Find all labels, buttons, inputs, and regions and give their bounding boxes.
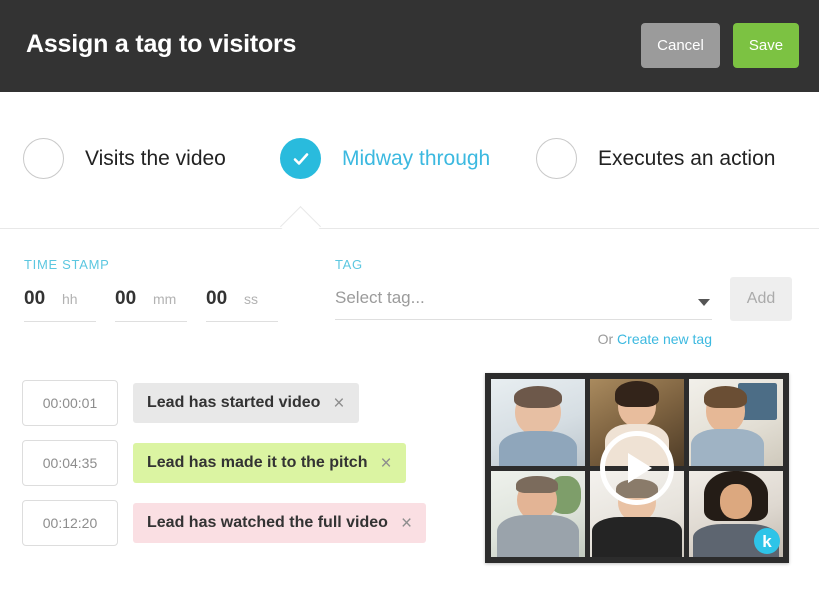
close-icon[interactable]: × xyxy=(401,514,412,533)
step-option-midway-through[interactable]: Midway through xyxy=(280,138,490,179)
step-label: Visits the video xyxy=(85,148,226,169)
seconds-input[interactable] xyxy=(206,288,238,310)
list-item: 00:12:20 Lead has watched the full video… xyxy=(22,500,426,546)
timestamp-label: TIME STAMP xyxy=(24,257,278,272)
video-preview[interactable]: k xyxy=(485,373,789,563)
header-actions: Cancel Save xyxy=(641,23,799,68)
create-new-tag-link[interactable]: Create new tag xyxy=(617,331,712,347)
video-participant-4 xyxy=(491,471,585,558)
video-participant-3 xyxy=(689,379,783,466)
list-item: 00:00:01 Lead has started video × xyxy=(22,380,426,426)
seconds-suffix: ss xyxy=(244,291,258,307)
add-tag-button[interactable]: Add xyxy=(730,277,792,321)
video-participant-1 xyxy=(491,379,585,466)
tag-select-row: Select tag... Add xyxy=(335,288,795,321)
tag-pill-label: Lead has started video xyxy=(147,394,320,412)
radio-checked-icon[interactable] xyxy=(280,138,321,179)
minutes-input[interactable] xyxy=(115,288,147,310)
tag-pill-label: Lead has watched the full video xyxy=(147,514,388,532)
step-label: Executes an action xyxy=(598,148,775,169)
seconds-field[interactable]: ss xyxy=(206,288,278,322)
chevron-down-icon[interactable] xyxy=(698,299,710,306)
tag-pill[interactable]: Lead has made it to the pitch × xyxy=(133,443,406,483)
active-step-pointer xyxy=(279,206,322,229)
play-icon[interactable] xyxy=(600,431,674,505)
brand-watermark-icon: k xyxy=(754,528,780,554)
tag-label: TAG xyxy=(335,257,795,272)
section-divider xyxy=(0,228,819,229)
close-icon[interactable]: × xyxy=(380,454,391,473)
hours-field[interactable]: hh xyxy=(24,288,96,322)
minutes-suffix: mm xyxy=(153,291,176,307)
step-option-visits-the-video[interactable]: Visits the video xyxy=(23,138,226,179)
tag-pill[interactable]: Lead has started video × xyxy=(133,383,359,423)
hours-input[interactable] xyxy=(24,288,56,310)
step-selector: Visits the video Midway through Executes… xyxy=(0,92,819,228)
create-tag-row: Or Create new tag xyxy=(335,331,712,347)
radio-unchecked-icon[interactable] xyxy=(536,138,577,179)
tag-field-group: TAG Select tag... Add Or Create new tag xyxy=(335,257,795,347)
page-title: Assign a tag to visitors xyxy=(26,30,296,59)
hours-suffix: hh xyxy=(62,291,78,307)
assigned-tag-list: 00:00:01 Lead has started video × 00:04:… xyxy=(22,380,426,560)
save-button[interactable]: Save xyxy=(733,23,799,68)
tag-select[interactable]: Select tag... xyxy=(335,288,712,320)
step-option-executes-an-action[interactable]: Executes an action xyxy=(536,138,775,179)
tag-timestamp[interactable]: 00:04:35 xyxy=(22,440,118,486)
timestamp-field-group: TIME STAMP hh mm ss xyxy=(24,257,278,322)
minutes-field[interactable]: mm xyxy=(115,288,187,322)
or-text: Or xyxy=(598,331,614,347)
timestamp-inputs: hh mm ss xyxy=(24,288,278,322)
radio-unchecked-icon[interactable] xyxy=(23,138,64,179)
list-item: 00:04:35 Lead has made it to the pitch × xyxy=(22,440,426,486)
cancel-button[interactable]: Cancel xyxy=(641,23,720,68)
tag-timestamp[interactable]: 00:12:20 xyxy=(22,500,118,546)
step-label: Midway through xyxy=(342,148,490,169)
dialog-header: Assign a tag to visitors Cancel Save xyxy=(0,0,819,92)
close-icon[interactable]: × xyxy=(333,394,344,413)
tag-timestamp[interactable]: 00:00:01 xyxy=(22,380,118,426)
tag-pill-label: Lead has made it to the pitch xyxy=(147,454,367,472)
tag-pill[interactable]: Lead has watched the full video × xyxy=(133,503,426,543)
tag-select-placeholder: Select tag... xyxy=(335,288,425,307)
